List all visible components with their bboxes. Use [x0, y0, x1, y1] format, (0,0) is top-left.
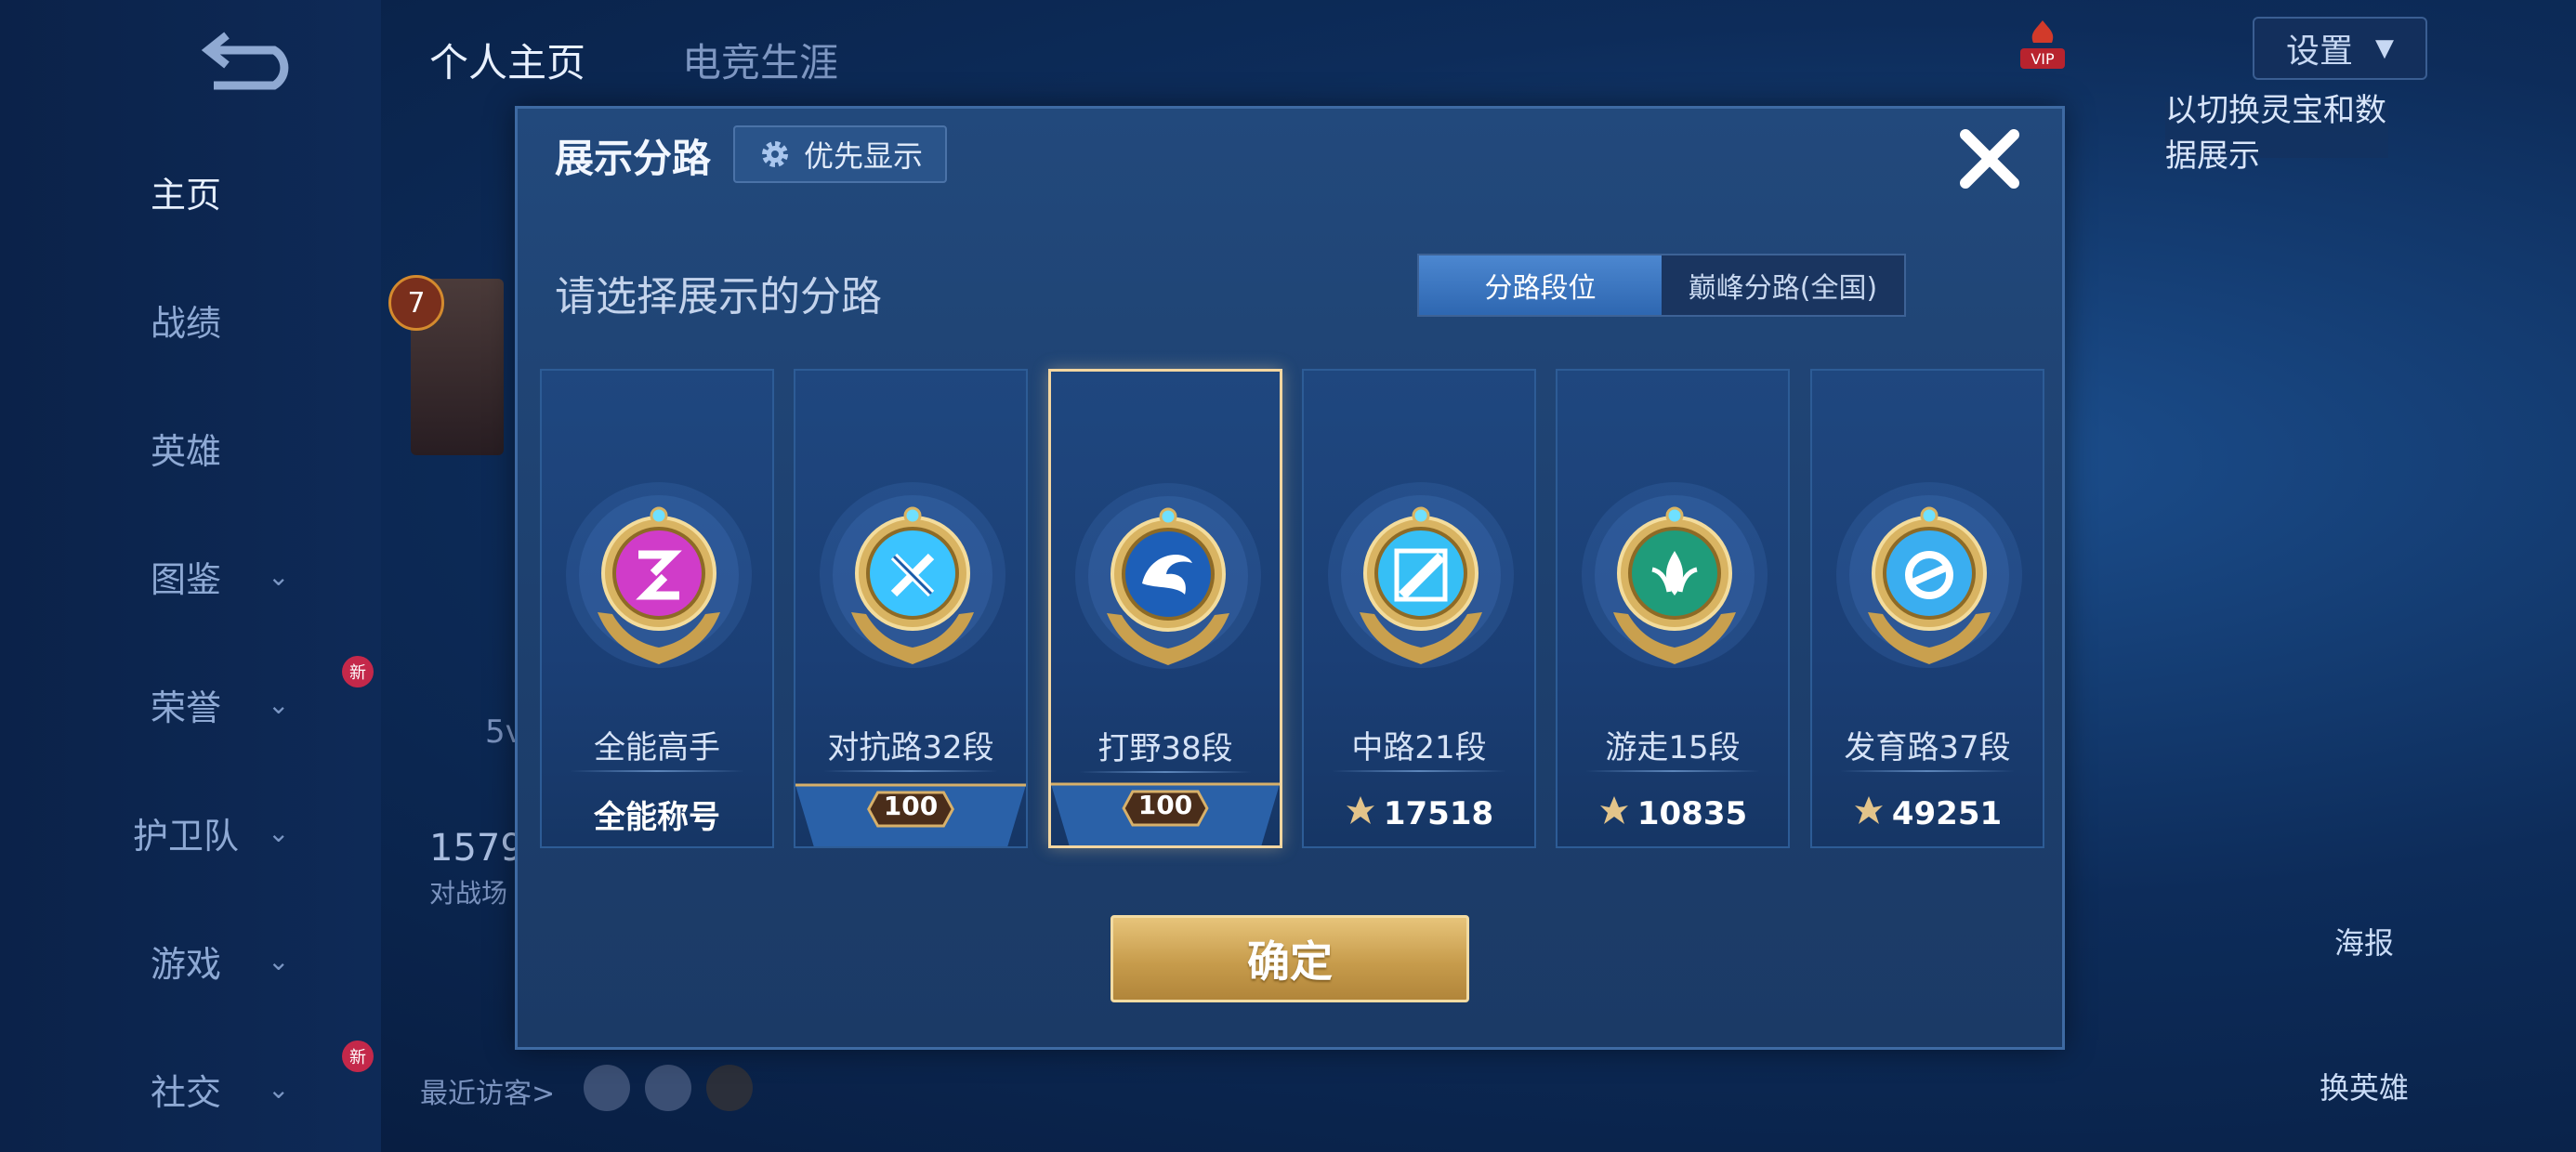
lane-card[interactable]: 全能高手 全能称号: [540, 369, 774, 848]
lane-card[interactable]: 发育路37段 49251: [1810, 369, 2044, 848]
priority-label: 优先显示: [803, 138, 923, 174]
lane-card[interactable]: 打野38段 100: [1048, 369, 1282, 848]
poster-button[interactable]: 海报: [2334, 920, 2394, 962]
sidebar-item[interactable]: 战绩: [121, 292, 381, 347]
power-icon: [1598, 794, 1630, 834]
sidebar-item-label: 荣誉: [150, 687, 221, 728]
sidebar-item[interactable]: 英雄: [121, 420, 381, 476]
card-bottom-text: 10835: [1636, 795, 1748, 832]
segment-lane-rank[interactable]: 分路段位: [1419, 255, 1662, 315]
sidebar-item[interactable]: 护卫队 ⌄: [121, 805, 381, 860]
sidebar-item[interactable]: 游戏 ⌄: [121, 933, 381, 988]
lane-name: 全能高手: [594, 729, 720, 766]
visitor-avatar[interactable]: [584, 1065, 630, 1111]
title-label: 全能称号: [542, 781, 772, 846]
stat-caption-partial: 对战场: [429, 878, 508, 909]
mode-segment-control: 分路段位 巅峰分路(全国): [1417, 254, 1906, 317]
sidebar-item-label: 图鉴: [150, 558, 221, 600]
close-icon[interactable]: [1952, 122, 2027, 196]
clash-lane-medal-icon: [810, 473, 1015, 677]
card-bottom-text: 49251: [1891, 795, 2003, 832]
visitor-avatar[interactable]: [706, 1065, 753, 1111]
card-divider: [1079, 771, 1252, 773]
visitor-avatar[interactable]: [645, 1065, 691, 1111]
settings-button[interactable]: 设置 ▼: [2253, 17, 2427, 80]
lane-card[interactable]: 对抗路32段 100: [794, 369, 1028, 848]
sidebar-item-label: 护卫队: [132, 815, 239, 857]
card-divider: [1585, 770, 1760, 772]
lane-name: 中路21段: [1351, 729, 1487, 766]
new-badge: 新: [342, 656, 374, 687]
sidebar-item-label: 战绩: [150, 302, 221, 344]
chevron-down-icon: ⌄: [268, 1073, 290, 1105]
dialog-title: 展示分路: [555, 136, 712, 181]
sidebar-item-label: 社交: [150, 1071, 221, 1113]
confirm-button[interactable]: 确定: [1111, 915, 1469, 1002]
card-divider: [570, 770, 744, 772]
card-divider: [1840, 770, 2015, 772]
lane-score: 17518: [1304, 781, 1534, 846]
lane-score: 10835: [1557, 781, 1788, 846]
lane-name: 游走15段: [1605, 729, 1741, 766]
hint-text: 以切换灵宝和数据展示: [2165, 92, 2388, 175]
rank-banner: 100: [795, 778, 1026, 846]
card-bottom-text: 17518: [1383, 795, 1494, 832]
lane-name: 打野38段: [1097, 730, 1233, 767]
vip-label: VIP: [2031, 50, 2055, 68]
chevron-down-icon: ⌄: [268, 945, 290, 976]
rank-banner: 100: [1051, 777, 1280, 845]
priority-display-button[interactable]: 优先显示: [733, 125, 947, 183]
chevron-down-icon: ⌄: [268, 817, 290, 848]
card-bottom-text: 全能称号: [594, 798, 720, 836]
lane-score: 49251: [1812, 781, 2043, 846]
stat-value-partial: 1579: [429, 827, 524, 870]
lane-card-list: 全能高手 全能称号 对抗路32段 100 打野38段 100 中路21段 17518 游走15段…: [540, 369, 2044, 852]
sidebar-item-label: 英雄: [150, 430, 221, 472]
sidebar-item-label: 主页: [150, 174, 221, 216]
roam-medal-icon: [1572, 473, 1777, 677]
lane-display-dialog: 展示分路 优先显示 请选择展示的分路 分路段位 巅峰分路(全国) 全能高手全能称…: [515, 106, 2065, 1050]
swap-hero-label: 换英雄: [2320, 1070, 2410, 1106]
tab-esports-career[interactable]: 电竞生涯: [682, 32, 838, 88]
chevron-down-icon: ▼: [2375, 34, 2394, 62]
level-badge: 7: [388, 275, 444, 331]
new-badge: 新: [342, 1041, 374, 1072]
sidebar-item[interactable]: 主页: [121, 164, 381, 219]
mid-lane-medal-icon: [1319, 473, 1523, 677]
rank-star-count: 100: [883, 791, 939, 821]
swap-hero-button[interactable]: 换英雄: [2320, 1065, 2409, 1107]
lane-card[interactable]: 游走15段 10835: [1556, 369, 1790, 848]
lane-card[interactable]: 中路21段 17518: [1302, 369, 1536, 848]
gear-icon: [761, 141, 788, 167]
sidebar-item-label: 游戏: [150, 943, 221, 985]
power-icon: [1853, 794, 1885, 834]
lane-name: 发育路37段: [1844, 729, 2011, 766]
vip-icon[interactable]: VIP: [2018, 17, 2067, 72]
back-icon[interactable]: [195, 28, 307, 93]
card-divider: [1332, 770, 1506, 772]
poster-label: 海报: [2334, 925, 2395, 961]
card-divider: [823, 770, 998, 772]
power-icon: [1345, 794, 1376, 834]
sidebar-item[interactable]: 荣誉 ⌄: [121, 676, 381, 732]
lane-name: 对抗路32段: [827, 729, 994, 766]
all-round-medal-icon: [557, 473, 761, 677]
recent-visitors-label[interactable]: 最近访客>: [420, 1070, 555, 1111]
tab-personal-home[interactable]: 个人主页: [429, 32, 585, 88]
rank-star-count: 100: [1137, 790, 1193, 820]
chevron-down-icon: ⌄: [268, 560, 290, 592]
segment-peak-lane[interactable]: 巅峰分路(全国): [1662, 255, 1904, 315]
sidebar-item[interactable]: 社交 ⌄: [121, 1061, 381, 1117]
farm-lane-medal-icon: [1827, 473, 2031, 677]
dialog-subtitle: 请选择展示的分路: [555, 273, 882, 321]
jungle-medal-icon: [1066, 474, 1270, 678]
settings-label: 设置: [2285, 33, 2353, 71]
sidebar-item[interactable]: 图鉴 ⌄: [121, 548, 381, 604]
chevron-down-icon: ⌄: [268, 688, 290, 720]
